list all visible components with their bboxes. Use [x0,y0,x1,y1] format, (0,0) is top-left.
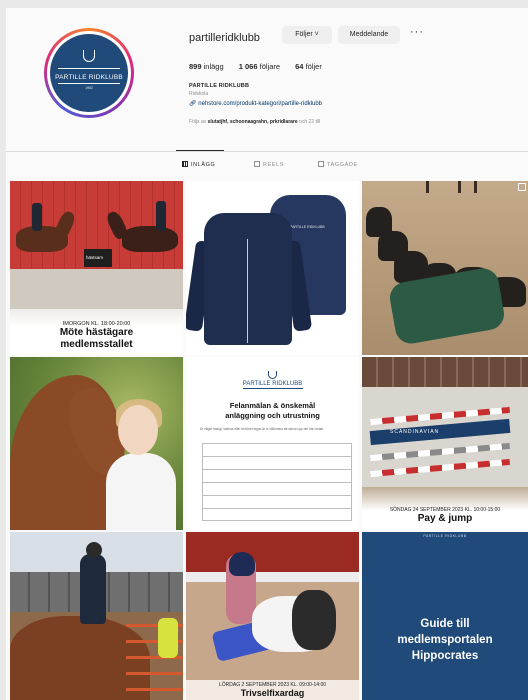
followed-by[interactable]: Följs av slutatjhf, schoonaagrahn, prkri… [189,119,320,125]
tab-posts[interactable]: INLÄGG [182,161,215,168]
bio-link[interactable]: 🔗︎ nehstore.com/produkt-kategori/partill… [189,100,322,107]
post-tile-hoodies[interactable]: PARTILLE RIDKLUBB [186,181,359,355]
rider-image [80,554,106,624]
form-row [202,482,352,495]
avatar-year: 1962 [85,86,93,90]
reels-icon [254,161,260,167]
avatar-club-name: PARTILLE RIDKLUBB [55,74,123,81]
form-instructions: Är något trasigt, saknas eller behöver l… [200,427,325,431]
carousel-icon [518,183,526,191]
form-row [202,469,352,482]
link-icon: 🔗︎ [189,101,197,107]
girl-image [106,453,176,530]
club-logo: PARTILLE RIDKLUBB 1962 [50,34,128,112]
form-row [202,508,352,521]
post-tile-guide[interactable]: PARTILLE RIDKLUBB Guide till medlemsport… [362,532,528,700]
horse-image [122,226,178,252]
post-caption: LÖRDAG 2 SEPTEMBER 2023 KL. 09:00-14:00 … [186,680,359,700]
username: partilleridklubb [189,32,260,44]
post-caption: SÖNDAG 24 SEPTEMBER 2023 KL. 10:00-15:00… [389,507,501,524]
profile-header: PARTILLE RIDKLUBB 1962 partilleridklubb … [6,8,528,150]
profile-page: PARTILLE RIDKLUBB 1962 partilleridklubb … [6,8,528,700]
form-title: Felanmälan & önskemål anläggning och utr… [225,401,320,420]
form-logo: PARTILLE RIDKLUBB [186,371,359,389]
rider-image [32,203,42,231]
tagged-icon [318,161,324,167]
post-tile-payjump[interactable]: SCANDINAVIAN SÖNDAG 24 SEPTEMBER 2023 KL… [362,357,528,530]
following-count[interactable]: 64 följer [295,62,322,71]
form-row [202,495,352,508]
hoodie-image [204,213,292,345]
tab-tagged[interactable]: TAGGADE [318,161,358,168]
more-options-icon[interactable]: ··· [410,26,424,38]
posts-count: 899 inlägg [189,62,224,71]
form-row [202,443,352,456]
tab-reels[interactable]: REELS [254,161,284,168]
category-label: Ridskola [189,91,209,97]
horseshoe-icon [268,371,277,379]
post-tile-saddles[interactable] [362,181,528,355]
followers-count[interactable]: 1 066 följare [239,62,280,71]
sponsor-sign: hästsam [84,249,112,267]
following-button[interactable]: Följer ˅ [282,26,332,44]
active-tab-indicator [176,150,224,151]
avatar[interactable]: PARTILLE RIDKLUBB 1962 [44,28,134,118]
horseshoe-icon [83,50,95,62]
post-tile-rider[interactable] [10,532,183,700]
rider-image [156,201,166,231]
post-tile-meeting[interactable]: hästsam IMORGON KL. 18:00-20:00 Möte häs… [10,181,183,355]
post-tile-workday[interactable]: LÖRDAG 2 SEPTEMBER 2023 KL. 09:00-14:00 … [186,532,359,700]
profile-stats: 899 inlägg 1 066 följare 64 följer [189,62,335,71]
display-name: PARTILLE RIDKLUBB [189,83,250,89]
tabs-divider [6,151,528,152]
guide-text: Guide till medlemsportalen Hippocrates [397,618,493,662]
grid-icon [182,161,188,167]
post-tile-form[interactable]: PARTILLE RIDKLUBB Felanmälan & önskemål … [186,357,359,530]
form-row [202,456,352,469]
post-caption: IMORGON KL. 18:00-20:00 Möte hästägare m… [10,309,183,355]
message-button[interactable]: Meddelande [338,26,400,44]
post-tile-pony[interactable] [10,357,183,530]
